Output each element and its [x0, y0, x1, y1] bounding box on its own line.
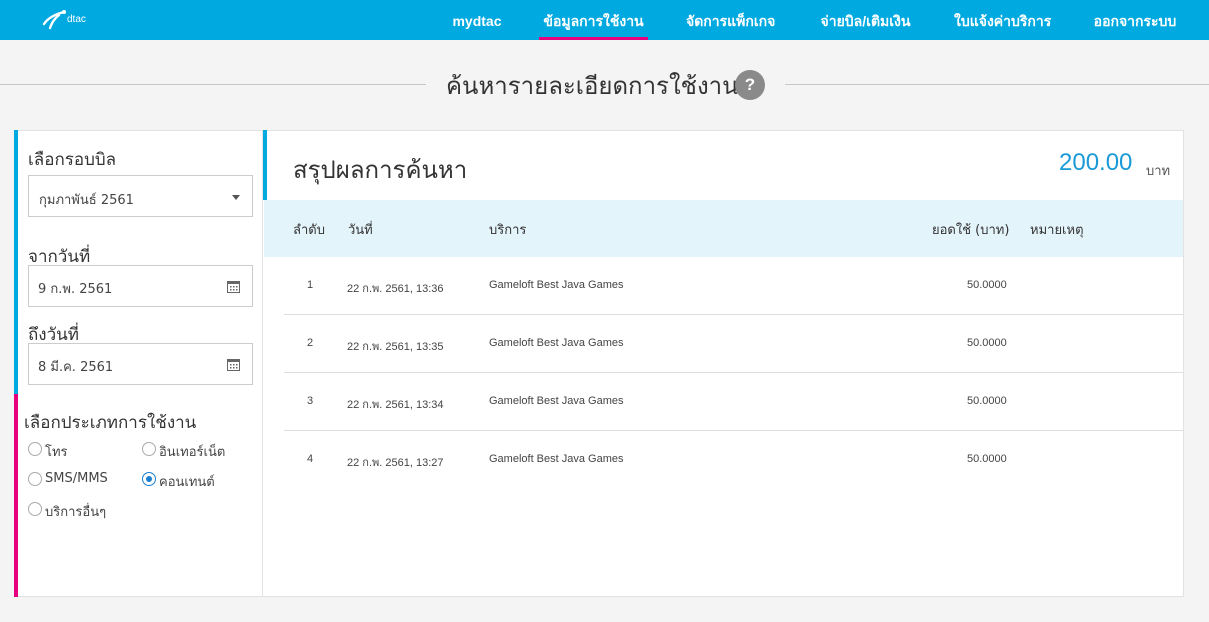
radio-call-label: โทร [45, 445, 68, 460]
chevron-down-icon [232, 195, 240, 200]
col-header-no: ลำดับ [293, 223, 325, 238]
radio-circle-checked [142, 472, 156, 486]
dtac-logo-icon [42, 10, 66, 30]
radio-other-services[interactable]: บริการอื่นๆ [28, 501, 128, 520]
total-unit: บาท [1146, 164, 1171, 179]
to-date-value: 8 มี.ค. 2561 [38, 360, 114, 375]
radio-internet-label: อินเทอร์เน็ต [159, 445, 226, 460]
radio-circle [28, 472, 42, 486]
col-header-date: วันที่ [348, 223, 373, 238]
cell-date: 22 ก.พ. 2561, 13:36 [347, 283, 444, 295]
cell-service: Gameloft Best Java Games [489, 453, 624, 465]
radio-circle [28, 442, 42, 456]
results-title: สรุปผลการค้นหา [293, 156, 468, 184]
cell-date: 22 ก.พ. 2561, 13:34 [347, 399, 444, 411]
page-title: ค้นหารายละเอียดการใช้งาน [446, 72, 739, 100]
col-header-amount: ยอดใช้ (บาท) [932, 223, 1010, 238]
cell-service: Gameloft Best Java Games [489, 279, 624, 291]
nav-usage-info[interactable]: ข้อมูลการใช้งาน [539, 0, 648, 40]
to-date-field[interactable]: 8 มี.ค. 2561 [28, 343, 253, 385]
cell-date: 22 ก.พ. 2561, 13:27 [347, 457, 444, 469]
radio-circle [28, 502, 42, 516]
cell-no: 3 [307, 395, 314, 407]
col-header-service: บริการ [489, 223, 527, 238]
calendar-icon[interactable] [227, 280, 240, 293]
radio-content-label: คอนเทนต์ [159, 475, 215, 490]
cell-amount: 50.0000 [967, 279, 1007, 291]
cell-no: 1 [307, 279, 314, 291]
bill-cycle-select[interactable]: กุมภาพันธ์ 2561 [28, 175, 253, 217]
cell-no: 2 [307, 337, 314, 349]
from-date-field[interactable]: 9 ก.พ. 2561 [28, 265, 253, 307]
cell-no: 4 [307, 453, 314, 465]
radio-content[interactable]: คอนเทนต์ [142, 471, 252, 490]
from-date-value: 9 ก.พ. 2561 [38, 282, 113, 297]
col-header-note: หมายเหตุ [1030, 223, 1084, 238]
cell-amount: 50.0000 [967, 453, 1007, 465]
bill-cycle-label: เลือกรอบบิล [28, 150, 117, 170]
radio-sms-mms[interactable]: SMS/MMS [28, 471, 128, 489]
nav-pay-topup[interactable]: จ่ายบิล/เติมเงิน [819, 0, 912, 40]
sidebar-accent-pink [14, 394, 18, 597]
radio-circle [142, 442, 156, 456]
usage-type-label: เลือกประเภทการใช้งาน [24, 413, 197, 433]
cell-amount: 50.0000 [967, 395, 1007, 407]
title-divider-left [0, 84, 426, 85]
dtac-logo[interactable]: dtac [42, 8, 102, 34]
nav-mydtac[interactable]: mydtac [452, 0, 502, 40]
logo-text: dtac [67, 14, 86, 25]
nav-invoice[interactable]: ใบแจ้งค่าบริการ [954, 0, 1051, 40]
bill-cycle-value: กุมภาพันธ์ 2561 [39, 193, 134, 208]
sidebar-accent-blue [14, 130, 18, 394]
help-icon[interactable]: ? [735, 70, 765, 100]
results-accent-blue [263, 130, 267, 200]
cell-service: Gameloft Best Java Games [489, 337, 624, 349]
nav-manage-package[interactable]: จัดการแพ็กเกจ [686, 0, 775, 40]
calendar-icon[interactable] [227, 358, 240, 371]
radio-call[interactable]: โทร [28, 441, 128, 460]
total-amount: 200.00 [1059, 149, 1133, 176]
title-divider-right [785, 84, 1209, 85]
radio-internet[interactable]: อินเทอร์เน็ต [142, 441, 252, 460]
nav-logout[interactable]: ออกจากระบบ [1093, 0, 1177, 40]
cell-date: 22 ก.พ. 2561, 13:35 [347, 341, 444, 353]
cell-amount: 50.0000 [967, 337, 1007, 349]
radio-other-services-label: บริการอื่นๆ [45, 505, 107, 520]
top-nav-bar: dtac mydtac ข้อมูลการใช้งาน จัดการแพ็กเก… [0, 0, 1209, 40]
radio-sms-mms-label: SMS/MMS [45, 471, 108, 486]
cell-service: Gameloft Best Java Games [489, 395, 624, 407]
